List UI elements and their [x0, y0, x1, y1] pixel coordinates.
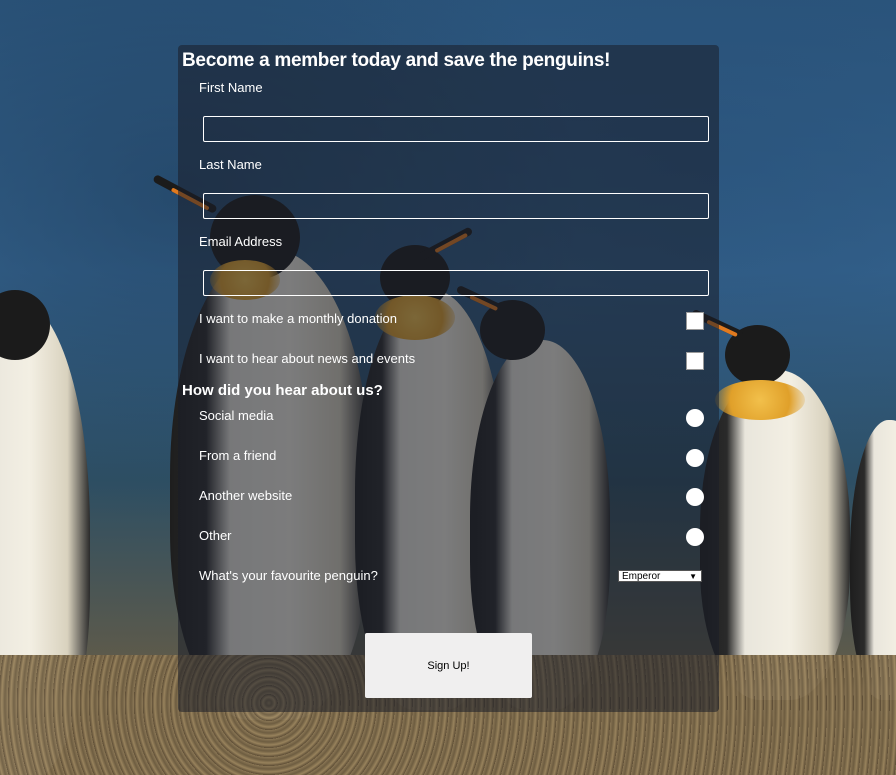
hear-option-label: Other	[199, 528, 232, 543]
social-media-radio[interactable]	[686, 409, 704, 427]
email-input[interactable]	[203, 270, 709, 296]
hear-option-label: Another website	[199, 488, 293, 503]
last-name-label: Last Name	[199, 157, 262, 172]
sign-up-button-label: Sign Up!	[427, 659, 470, 672]
other-radio[interactable]	[686, 528, 704, 546]
monthly-donation-checkbox[interactable]	[686, 312, 704, 330]
last-name-input[interactable]	[203, 193, 709, 219]
news-events-checkbox[interactable]	[686, 352, 704, 370]
chevron-down-icon: ▼	[689, 572, 697, 581]
penguin-illustration	[690, 308, 850, 700]
monthly-donation-label: I want to make a monthly donation	[199, 311, 398, 326]
hear-option-label: Social media	[199, 408, 274, 423]
email-label: Email Address	[199, 234, 283, 249]
first-name-input[interactable]	[203, 116, 709, 142]
membership-form: Become a member today and save the pengu…	[178, 45, 719, 712]
hear-about-heading: How did you hear about us?	[182, 382, 383, 399]
first-name-label: First Name	[199, 80, 263, 95]
from-a-friend-radio[interactable]	[686, 449, 704, 467]
favourite-penguin-label: What's your favourite penguin?	[199, 568, 378, 583]
another-website-radio[interactable]	[686, 488, 704, 506]
form-title: Become a member today and save the pengu…	[182, 50, 611, 71]
favourite-penguin-select[interactable]: Emperor ▼	[618, 570, 702, 582]
favourite-penguin-value: Emperor	[622, 571, 661, 582]
sign-up-button[interactable]: Sign Up!	[365, 633, 532, 698]
news-events-label: I want to hear about news and events	[199, 351, 416, 366]
hear-option-label: From a friend	[199, 448, 277, 463]
